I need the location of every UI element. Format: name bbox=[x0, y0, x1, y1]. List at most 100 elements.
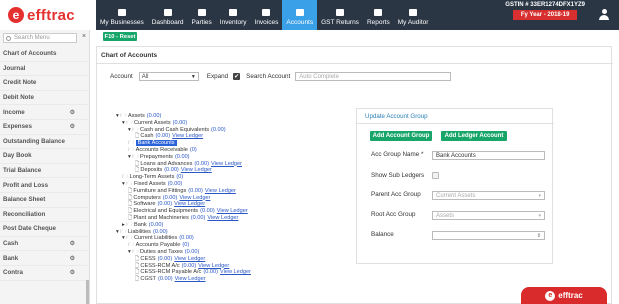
nav-reports[interactable]: Reports bbox=[363, 0, 394, 30]
sidebar-scrollbar[interactable] bbox=[86, 280, 89, 304]
tree-node[interactable]: ▾ 🗁 Assets (0.00) bbox=[116, 113, 161, 120]
reset-button[interactable]: F10 - Reset bbox=[103, 32, 137, 41]
folder-icon: 🗁 bbox=[132, 153, 140, 160]
view-ledger-link[interactable]: View Ledger bbox=[174, 256, 205, 262]
tree-node[interactable]: ▾ 🗁 Cash and Cash Equivalents (0.00) bbox=[128, 127, 226, 134]
tree-node[interactable]: 🗋 Furniture and Fittings (0.00) View Ledge… bbox=[128, 188, 236, 195]
tree-node[interactable]: ▾ 🗁 Fixed Assets (0.00) bbox=[122, 181, 182, 188]
logo[interactable]: e efftrac bbox=[0, 0, 96, 30]
user-icon[interactable] bbox=[599, 9, 609, 21]
view-ledger-link[interactable]: View Ledger bbox=[217, 208, 248, 214]
tree-node[interactable]: 🗋 Computers (0.00) View Ledger bbox=[128, 195, 210, 202]
tree-node[interactable]: ▾ 🗁 Liabilities (0.00) bbox=[116, 229, 168, 236]
nav-accounts[interactable]: Accounts bbox=[282, 0, 318, 30]
tree-node[interactable]: 🗁 Long-Term Assets (0) bbox=[122, 174, 183, 181]
nav-my-auditor[interactable]: My Auditor bbox=[394, 0, 433, 30]
view-ledger-link[interactable]: View Ledger bbox=[179, 195, 210, 201]
tree-node-label: Cash and Cash Equivalents bbox=[139, 126, 210, 133]
tree-node[interactable]: 🗁 Accounts Payable (0) bbox=[128, 242, 189, 249]
tree-node[interactable]: 🗁 Bank Accounts bbox=[128, 140, 177, 147]
add-account-group-button[interactable]: Add Account Group bbox=[370, 131, 432, 141]
view-ledger-link[interactable]: View Ledger bbox=[211, 161, 242, 167]
gear-icon[interactable]: ⚙ bbox=[70, 240, 75, 247]
view-ledger-link[interactable]: View Ledger bbox=[181, 167, 212, 173]
tree-node[interactable]: 🗋 Electrical and Equipments (0.00) View Le… bbox=[128, 208, 248, 215]
tree-node[interactable]: 🗋 Loans and Advances (0.00) View Ledger bbox=[135, 161, 242, 168]
sidebar-item-reconciliation[interactable]: Reconciliation bbox=[0, 208, 89, 223]
spinner-icon[interactable]: ⇕ bbox=[537, 233, 541, 239]
search-menu-input[interactable]: Search Menu bbox=[3, 33, 77, 43]
sidebar-item-chart-of-accounts[interactable]: Chart of Accounts bbox=[0, 47, 89, 62]
nav-invoices[interactable]: Invoices bbox=[251, 0, 283, 30]
nav-inventory[interactable]: Inventory bbox=[216, 0, 251, 30]
nav-gst-returns[interactable]: GST Returns bbox=[317, 0, 363, 30]
root-acc-group-select[interactable]: Assets ▾ bbox=[432, 211, 545, 220]
tree-node[interactable]: ▾ 🗁 Prepayments (0.00) bbox=[128, 154, 190, 161]
tree-node[interactable]: ▾ 🗁 Duties and Taxes (0.00) bbox=[128, 249, 199, 256]
folder-icon: 🗁 bbox=[122, 174, 130, 181]
view-ledger-link[interactable]: View Ledger bbox=[175, 276, 206, 282]
account-label: Account bbox=[110, 73, 133, 80]
nav-my-businesses[interactable]: My Businesses bbox=[96, 0, 148, 30]
tree-node[interactable]: ▾ 🗁 Current Liabilities (0.00) bbox=[122, 235, 194, 242]
tree-node[interactable]: ▸ 🗁 Bank (0.00) bbox=[122, 222, 163, 229]
sidebar-item-post-date-cheque[interactable]: Post Date Cheque bbox=[0, 222, 89, 237]
tree-node-amount: (0.00) bbox=[184, 249, 200, 255]
close-icon[interactable]: × bbox=[82, 33, 86, 40]
tree-node-amount: (0.00) bbox=[148, 221, 164, 228]
tree-node-amount: (0) bbox=[189, 147, 197, 153]
expand-checkbox[interactable]: ✔ bbox=[233, 73, 241, 80]
sidebar-item-bank[interactable]: Bank ⚙ bbox=[0, 251, 89, 266]
sidebar-item-label: Profit and Loss bbox=[3, 181, 49, 189]
tree-node[interactable]: 🗋 Software (0.00) View Ledger bbox=[128, 201, 205, 208]
nav-dashboard[interactable]: Dashboard bbox=[148, 0, 188, 30]
view-ledger-link[interactable]: View Ledger bbox=[198, 263, 229, 269]
tree-node[interactable]: 🗋 CGST (0.00) View Ledger bbox=[135, 276, 206, 283]
tree-node[interactable]: 🗋 CESS (0.00) View Ledger bbox=[135, 256, 205, 263]
gear-icon[interactable]: ⚙ bbox=[70, 109, 75, 116]
tree-node-label: Bank bbox=[133, 221, 147, 228]
view-ledger-link[interactable]: View Ledger bbox=[207, 215, 238, 221]
search-account-input[interactable]: Auto Complete bbox=[295, 72, 452, 81]
view-ledger-link[interactable]: View Ledger bbox=[205, 188, 236, 194]
show-sub-ledgers-checkbox[interactable] bbox=[432, 172, 439, 179]
tree-node-label: CESS bbox=[140, 255, 156, 262]
chevron-down-icon: ▾ bbox=[538, 192, 541, 199]
sidebar-item-outstanding-balance[interactable]: Outstanding Balance bbox=[0, 135, 89, 150]
view-ledger-link[interactable]: View Ledger bbox=[174, 201, 205, 207]
update-account-group-panel: Update Account Group Add Account Group A… bbox=[356, 108, 554, 264]
tree-node[interactable]: 🗋 CESS-RCM A/c (0.00) View Ledger bbox=[135, 263, 229, 270]
tree-node-label: Accounts Receivable bbox=[135, 147, 188, 153]
nav-label: Invoices bbox=[254, 19, 279, 26]
tree-node[interactable]: ▾ 🗁 Current Assets (0.00) bbox=[122, 120, 187, 127]
sidebar-item-journal[interactable]: Journal bbox=[0, 62, 89, 77]
sidebar-item-debit-note[interactable]: Debit Note bbox=[0, 91, 89, 106]
tree-node[interactable]: 🗋 Deposits (0.00) View Ledger bbox=[135, 167, 212, 174]
nav-parties[interactable]: Parties bbox=[188, 0, 216, 30]
sidebar-item-credit-note[interactable]: Credit Note bbox=[0, 76, 89, 91]
account-select[interactable]: All ▼ bbox=[138, 72, 199, 81]
sidebar-item-expenses[interactable]: Expenses ⚙ bbox=[0, 120, 89, 135]
sidebar-item-cash[interactable]: Cash ⚙ bbox=[0, 237, 89, 252]
tree-node[interactable]: 🗋 CESS-RCM Payable A/c (0.00) View Ledger bbox=[135, 269, 251, 276]
sidebar-item-income[interactable]: Income ⚙ bbox=[0, 105, 89, 120]
gear-icon[interactable]: ⚙ bbox=[70, 255, 75, 262]
parent-acc-group-select[interactable]: Current Assets ▾ bbox=[432, 191, 545, 200]
add-ledger-account-button[interactable]: Add Ledger Account bbox=[441, 131, 507, 141]
balance-input[interactable]: ⇕ bbox=[432, 231, 545, 240]
acc-group-name-input[interactable]: Bank Accounts bbox=[432, 151, 545, 160]
tree-node[interactable]: 🗋 Cash (0.00) View Ledger bbox=[135, 133, 203, 140]
sidebar-item-trial-balance[interactable]: Trial Balance bbox=[0, 164, 89, 179]
efftrac-badge[interactable]: e efftrac bbox=[521, 287, 607, 304]
gear-icon[interactable]: ⚙ bbox=[70, 269, 75, 276]
gear-icon[interactable]: ⚙ bbox=[70, 123, 75, 130]
sidebar-item-balance-sheet[interactable]: Balance Sheet bbox=[0, 193, 89, 208]
sidebar-item-profit-and-loss[interactable]: Profit and Loss bbox=[0, 178, 89, 193]
sidebar-item-contra[interactable]: Contra ⚙ bbox=[0, 266, 89, 281]
fy-year-badge[interactable]: Fy Year - 2018-19 bbox=[512, 10, 578, 20]
view-ledger-link[interactable]: View Ledger bbox=[220, 269, 251, 275]
tree-node[interactable]: 🗋 Plant and Machineries (0.00) View Ledger bbox=[128, 215, 238, 222]
sidebar-item-day-book[interactable]: Day Book bbox=[0, 149, 89, 164]
view-ledger-link[interactable]: View Ledger bbox=[172, 133, 203, 139]
tree-node[interactable]: 🗁 Accounts Receivable (0) bbox=[128, 147, 197, 154]
